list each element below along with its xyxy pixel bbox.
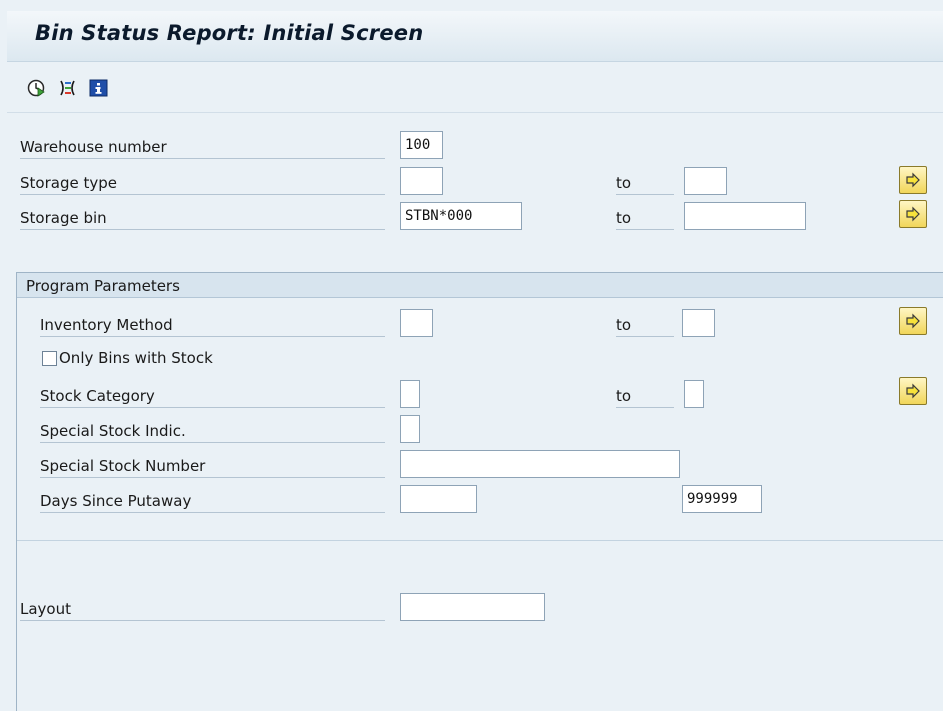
warehouse-number-label: Warehouse number	[20, 136, 385, 159]
storage-bin-multiple-selection-button[interactable]	[899, 200, 927, 228]
application-toolbar	[7, 62, 943, 113]
program-parameters-title: Program Parameters	[26, 277, 180, 295]
arrow-right-icon	[906, 172, 920, 188]
program-doc-info-icon[interactable]	[89, 79, 109, 97]
execute-icon[interactable]	[27, 79, 47, 97]
arrow-right-icon	[906, 206, 920, 222]
stock-category-to-input[interactable]	[684, 380, 704, 408]
page-title: Bin Status Report: Initial Screen	[35, 21, 424, 45]
storage-type-to-input[interactable]	[684, 167, 727, 195]
inventory-method-label: Inventory Method	[40, 314, 385, 337]
inventory-method-to-label: to	[616, 314, 674, 337]
stock-category-multiple-selection-button[interactable]	[899, 377, 927, 405]
stock-category-label: Stock Category	[40, 385, 385, 408]
days-since-putaway-label: Days Since Putaway	[40, 490, 385, 513]
inventory-method-to-input[interactable]	[682, 309, 715, 337]
only-bins-with-stock-label: Only Bins with Stock	[59, 349, 213, 367]
arrow-right-icon	[906, 383, 920, 399]
storage-type-from-input[interactable]	[400, 167, 443, 195]
storage-type-to-label: to	[616, 172, 674, 195]
days-since-putaway-from-input[interactable]	[400, 485, 477, 513]
inventory-method-multiple-selection-button[interactable]	[899, 307, 927, 335]
layout-label: Layout	[20, 598, 385, 621]
special-stock-indic-input[interactable]	[400, 415, 420, 443]
layout-input[interactable]	[400, 593, 545, 621]
special-stock-number-label: Special Stock Number	[40, 455, 385, 478]
storage-type-label: Storage type	[20, 172, 385, 195]
selection-options-icon[interactable]	[58, 79, 78, 97]
stock-category-from-input[interactable]	[400, 380, 420, 408]
group-divider	[17, 540, 943, 541]
inventory-method-from-input[interactable]	[400, 309, 433, 337]
special-stock-number-input[interactable]	[400, 450, 680, 478]
special-stock-indic-label: Special Stock Indic.	[40, 420, 385, 443]
storage-bin-label: Storage bin	[20, 207, 385, 230]
title-bar: Bin Status Report: Initial Screen	[7, 11, 943, 62]
storage-bin-from-input[interactable]: STBN*000	[400, 202, 522, 230]
storage-bin-to-input[interactable]	[684, 202, 806, 230]
warehouse-number-input[interactable]: 100	[400, 131, 443, 159]
stock-category-to-label: to	[616, 385, 674, 408]
arrow-right-icon	[906, 313, 920, 329]
only-bins-with-stock-checkbox[interactable]	[42, 351, 57, 366]
storage-bin-to-label: to	[616, 207, 674, 230]
days-since-putaway-to-input[interactable]: 999999	[682, 485, 762, 513]
storage-type-multiple-selection-button[interactable]	[899, 166, 927, 194]
